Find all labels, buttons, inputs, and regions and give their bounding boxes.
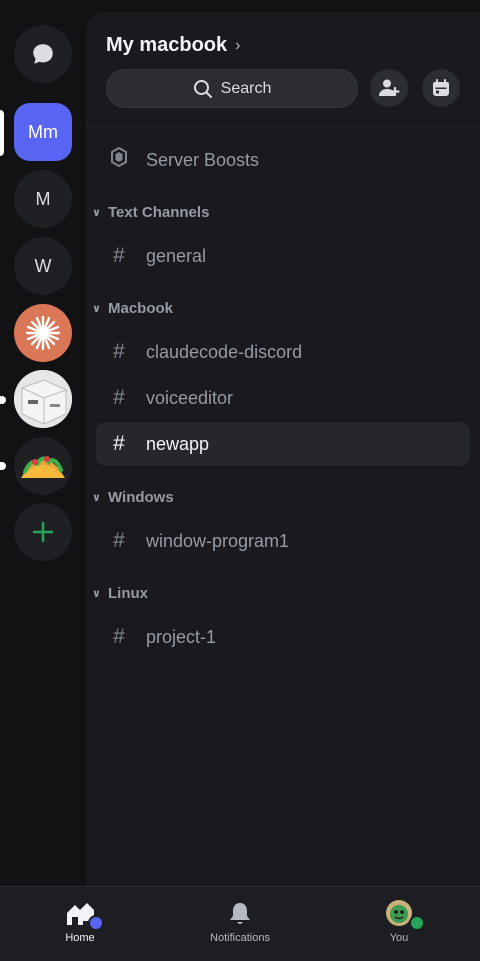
server-m[interactable]: M bbox=[14, 170, 72, 228]
search-icon bbox=[193, 79, 212, 98]
channel-label: window-program1 bbox=[146, 530, 290, 551]
server-photo[interactable] bbox=[14, 370, 72, 428]
hash-icon: # bbox=[113, 432, 125, 455]
channel-claudecode-discord[interactable]: # claudecode-discord bbox=[96, 330, 470, 374]
channel-window-program1[interactable]: # window-program1 bbox=[96, 519, 470, 563]
invite-members-button[interactable] bbox=[370, 69, 408, 107]
channel-panel: My macbook › Search Server Boosts ∨ Text… bbox=[86, 12, 480, 886]
plus-icon bbox=[32, 521, 54, 543]
server-claude[interactable] bbox=[14, 304, 72, 362]
tab-notifications-label: Notifications bbox=[210, 932, 270, 944]
chevron-down-icon: ∨ bbox=[92, 588, 101, 600]
bottom-nav: Home Notifications You bbox=[0, 886, 480, 961]
bell-icon bbox=[230, 903, 250, 924]
category-label: Text Channels bbox=[108, 204, 210, 221]
tab-home[interactable]: Home bbox=[30, 897, 130, 944]
direct-messages-button[interactable] bbox=[14, 25, 72, 83]
category-linux[interactable]: ∨ Linux bbox=[92, 585, 148, 602]
tab-notifications[interactable]: Notifications bbox=[190, 897, 290, 944]
category-label: Macbook bbox=[108, 300, 174, 317]
channel-general[interactable]: # general bbox=[96, 234, 470, 278]
tab-home-label: Home bbox=[65, 932, 95, 944]
tab-you-label: You bbox=[389, 932, 409, 944]
channel-label: project-1 bbox=[146, 626, 217, 647]
category-windows[interactable]: ∨ Windows bbox=[92, 489, 174, 506]
server-my-macbook-label: Mm bbox=[28, 121, 58, 142]
hash-icon: # bbox=[113, 625, 125, 648]
server-boosts-label: Server Boosts bbox=[146, 149, 260, 170]
device-photo-icon bbox=[14, 370, 72, 428]
server-taco[interactable] bbox=[14, 437, 72, 495]
add-server-button[interactable] bbox=[14, 503, 72, 561]
events-button[interactable] bbox=[422, 69, 460, 107]
boost-icon bbox=[107, 146, 131, 173]
chevron-right-icon: › bbox=[235, 36, 241, 54]
chevron-down-icon: ∨ bbox=[92, 492, 101, 504]
hash-icon: # bbox=[113, 386, 125, 409]
channel-label: claudecode-discord bbox=[146, 341, 303, 362]
chat-bubble-icon bbox=[33, 44, 53, 64]
category-macbook[interactable]: ∨ Macbook bbox=[92, 300, 173, 317]
selected-server-indicator bbox=[0, 110, 4, 156]
category-label: Windows bbox=[108, 489, 174, 506]
chevron-down-icon: ∨ bbox=[92, 303, 101, 315]
channel-project-1[interactable]: # project-1 bbox=[96, 615, 470, 659]
server-my-macbook[interactable]: Mm bbox=[14, 103, 72, 161]
chevron-down-icon: ∨ bbox=[92, 207, 101, 219]
server-title[interactable]: My macbook › bbox=[106, 34, 240, 57]
server-name: My macbook bbox=[106, 34, 228, 56]
server-rail: Mm M W bbox=[0, 0, 86, 886]
unread-indicator bbox=[0, 396, 6, 404]
home-badge bbox=[88, 915, 104, 931]
server-boosts-item[interactable]: Server Boosts bbox=[96, 138, 470, 182]
search-button[interactable]: Search bbox=[106, 69, 358, 108]
claude-burst-icon bbox=[25, 315, 61, 351]
channel-newapp[interactable]: # newapp bbox=[96, 422, 470, 466]
hash-icon: # bbox=[113, 244, 125, 267]
taco-icon bbox=[21, 456, 65, 478]
channel-voiceeditor[interactable]: # voiceeditor bbox=[96, 376, 470, 420]
header-divider bbox=[86, 126, 480, 127]
category-label: Linux bbox=[108, 585, 148, 602]
search-label: Search bbox=[220, 79, 272, 97]
hash-icon: # bbox=[113, 529, 125, 552]
server-m-label: M bbox=[35, 188, 51, 209]
channel-label: general bbox=[146, 245, 207, 266]
server-w-label: W bbox=[34, 255, 52, 276]
server-w[interactable]: W bbox=[14, 237, 72, 295]
calendar-icon bbox=[433, 79, 449, 96]
online-status-indicator bbox=[409, 915, 425, 931]
hash-icon: # bbox=[113, 340, 125, 363]
add-person-icon bbox=[379, 79, 400, 97]
channel-label: voiceeditor bbox=[146, 387, 234, 408]
unread-indicator bbox=[0, 462, 6, 470]
channel-label: newapp bbox=[146, 433, 210, 454]
category-text-channels[interactable]: ∨ Text Channels bbox=[92, 204, 209, 221]
tab-you[interactable]: You bbox=[349, 897, 449, 944]
